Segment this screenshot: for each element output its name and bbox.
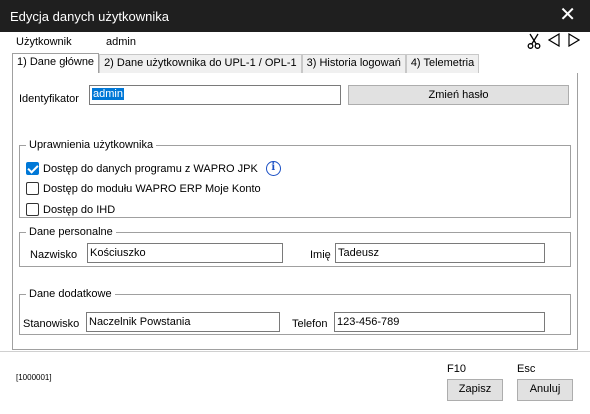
extra-legend: Dane dodatkowe (29, 288, 112, 300)
tab-panel-main: Identyfikator admin Zmień hasło Uprawnie… (12, 73, 578, 350)
permission-moje-konto-row[interactable]: Dostęp do modułu WAPRO ERP Moje Konto (26, 182, 261, 195)
tab-strip: 1) Dane główne 2) Dane użytkownika do UP… (12, 53, 480, 73)
footer-separator (0, 351, 590, 352)
permission-moje-konto-label: Dostęp do modułu WAPRO ERP Moje Konto (43, 182, 261, 195)
triangle-right-icon[interactable] (566, 32, 582, 51)
cancel-button[interactable]: Anuluj (517, 379, 573, 401)
surname-label: Nazwisko (30, 249, 78, 261)
user-bar: Użytkownik admin (0, 32, 590, 52)
name-input[interactable]: Tadeusz (335, 243, 545, 263)
permissions-legend: Uprawnienia użytkownika (29, 139, 154, 151)
title-bar: Edycja danych użytkownika ✕ (0, 0, 590, 32)
change-password-button[interactable]: Zmień hasło (348, 85, 569, 105)
tab-telemetry[interactable]: 4) Telemetria (405, 54, 480, 73)
permission-ihd-row[interactable]: Dostęp do IHD (26, 203, 115, 216)
window-title: Edycja danych użytkownika (10, 9, 169, 24)
info-icon[interactable]: i (265, 161, 281, 176)
permission-moje-konto-checkbox[interactable] (26, 182, 39, 195)
tab-upl-data[interactable]: 2) Dane użytkownika do UPL-1 / OPL-1 (99, 54, 302, 73)
position-input[interactable]: Naczelnik Powstania (86, 312, 280, 332)
phone-input[interactable]: 123-456-789 (334, 312, 545, 332)
user-value: admin (106, 36, 136, 48)
phone-label: Telefon (292, 318, 328, 330)
record-id: [1000001] (16, 373, 52, 382)
surname-input[interactable]: Kościuszko (87, 243, 283, 263)
tab-main-data[interactable]: 1) Dane główne (12, 53, 100, 73)
permission-jpk-checkbox[interactable] (26, 162, 39, 175)
permission-jpk-row[interactable]: Dostęp do danych programu z WAPRO JPK i (26, 161, 281, 176)
close-icon[interactable]: ✕ (559, 3, 576, 27)
cancel-shortcut-label: Esc (517, 363, 536, 375)
position-label: Stanowisko (23, 318, 80, 330)
save-button[interactable]: Zapisz (447, 379, 503, 401)
triangle-left-icon[interactable] (546, 32, 562, 51)
save-shortcut-label: F10 (447, 363, 466, 375)
extra-group: Dane dodatkowe Stanowisko Naczelnik Pows… (19, 288, 571, 335)
permissions-group: Uprawnienia użytkownika Dostęp do danych… (19, 139, 571, 218)
permission-ihd-label: Dostęp do IHD (43, 203, 116, 216)
name-label: Imię (310, 249, 331, 261)
tab-login-history[interactable]: 3) Historia logowań (301, 54, 406, 73)
permission-jpk-label: Dostęp do danych programu z WAPRO JPK (43, 162, 258, 175)
identifier-value: admin (92, 88, 124, 100)
user-label: Użytkownik (16, 36, 72, 48)
identifier-input[interactable]: admin (89, 85, 341, 105)
personal-group: Dane personalne Nazwisko Kościuszko Imię… (19, 226, 571, 267)
dialog-body: Użytkownik admin 1) Dane główne 2) Dane … (0, 32, 590, 414)
permission-ihd-checkbox[interactable] (26, 203, 39, 216)
toolbar-icons (526, 32, 582, 51)
personal-legend: Dane personalne (29, 226, 113, 238)
identifier-label: Identyfikator (19, 93, 79, 105)
scissors-icon[interactable] (526, 33, 542, 51)
